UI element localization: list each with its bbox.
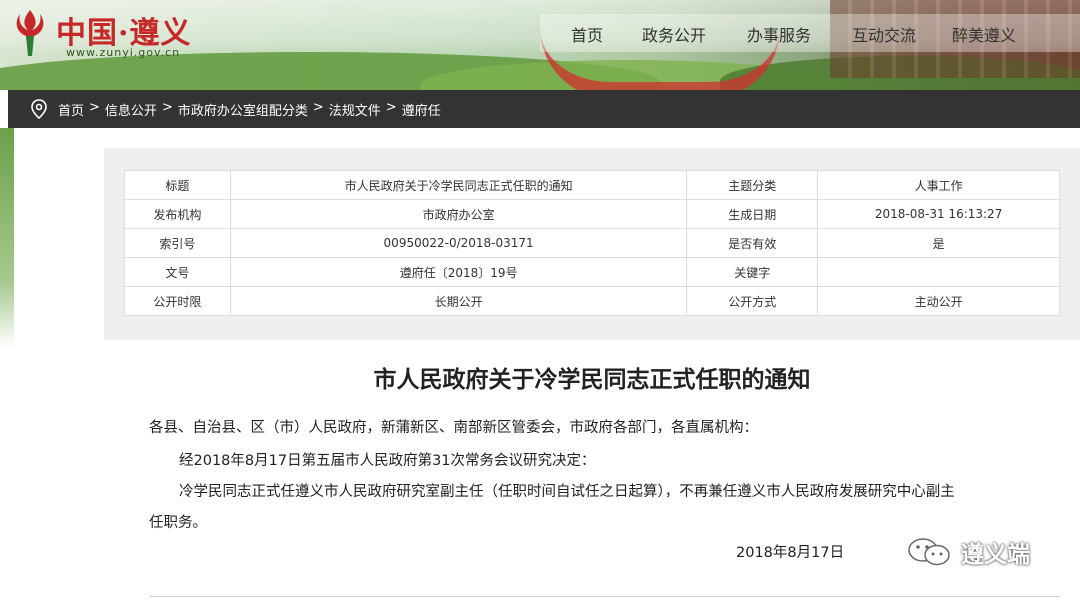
nav-government-affairs[interactable]: 政务公开 bbox=[620, 22, 728, 46]
breadcrumb-info-public[interactable]: 信息公开 bbox=[105, 100, 157, 119]
meta-key: 发布机构 bbox=[124, 199, 231, 229]
breadcrumb-separator: > bbox=[312, 100, 324, 115]
meta-key: 索引号 bbox=[124, 228, 231, 258]
table-row: 公开时限 长期公开 公开方式 主动公开 bbox=[124, 286, 1060, 316]
meta-key: 文号 bbox=[124, 257, 231, 287]
meta-key: 标题 bbox=[124, 170, 231, 200]
meta-value: 是 bbox=[817, 228, 1060, 258]
nav-home[interactable]: 首页 bbox=[554, 22, 620, 46]
torch-logo-icon bbox=[16, 10, 44, 56]
breadcrumb-separator: > bbox=[385, 100, 397, 115]
meta-value: 00950022-0/2018-03171 bbox=[229, 228, 688, 258]
breadcrumb-trail: 首页 > 信息公开 > 市政府办公室组配分类 > 法规文件 > 遵府任 bbox=[58, 100, 441, 119]
meta-value: 市政府办公室 bbox=[229, 199, 688, 229]
meta-value: 遵府任〔2018〕19号 bbox=[229, 257, 688, 287]
table-row: 索引号 00950022-0/2018-03171 是否有效 是 bbox=[124, 228, 1060, 258]
document-salutation: 各县、自治县、区（市）人民政府，新蒲新区、南部新区管委会，市政府各部门，各直属机… bbox=[149, 420, 758, 436]
meta-key: 主题分类 bbox=[686, 170, 819, 200]
document-paragraph: 经2018年8月17日第五届市人民政府第31次常务会议研究决定： bbox=[179, 453, 596, 469]
location-pin-icon bbox=[31, 99, 47, 119]
site-header: 中国·遵义 www.zunyi.gov.cn 首页 政务公开 办事服务 互动交流… bbox=[0, 0, 1080, 90]
meta-value bbox=[817, 257, 1060, 287]
metadata-table: 标题 市人民政府关于冷学民同志正式任职的通知 主题分类 人事工作 发布机构 市政… bbox=[124, 170, 1060, 316]
wechat-icon bbox=[908, 538, 950, 566]
site-logo[interactable]: 中国·遵义 www.zunyi.gov.cn bbox=[8, 4, 198, 64]
meta-value: 人事工作 bbox=[817, 170, 1060, 200]
breadcrumb: 首页 > 信息公开 > 市政府办公室组配分类 > 法规文件 > 遵府任 bbox=[8, 90, 1080, 128]
breadcrumb-separator: > bbox=[161, 100, 173, 115]
meta-key: 关键字 bbox=[686, 257, 819, 287]
watermark-text: 遵义端 bbox=[961, 542, 1030, 568]
watermark: 遵义端 bbox=[905, 534, 1030, 570]
table-row: 标题 市人民政府关于冷学民同志正式任职的通知 主题分类 人事工作 bbox=[124, 170, 1060, 200]
logo-url: www.zunyi.gov.cn bbox=[66, 46, 181, 59]
meta-key: 是否有效 bbox=[686, 228, 819, 258]
meta-value: 2018-08-31 16:13:27 bbox=[817, 199, 1060, 229]
side-decoration bbox=[0, 128, 14, 348]
document-paragraph: 冷学民同志正式任遵义市人民政府研究室副主任（任职时间自试任之日起算），不再兼任遵… bbox=[179, 484, 955, 500]
meta-value: 市人民政府关于冷学民同志正式任职的通知 bbox=[229, 170, 688, 200]
meta-key: 公开时限 bbox=[124, 286, 231, 316]
breadcrumb-separator: > bbox=[89, 100, 100, 115]
breadcrumb-current[interactable]: 遵府任 bbox=[402, 100, 441, 119]
meta-value: 主动公开 bbox=[817, 286, 1060, 316]
table-row: 文号 遵府任〔2018〕19号 关键字 bbox=[124, 257, 1060, 287]
meta-key: 生成日期 bbox=[686, 199, 819, 229]
nav-services[interactable]: 办事服务 bbox=[728, 22, 830, 46]
main-nav: 首页 政务公开 办事服务 互动交流 醉美遵义 bbox=[554, 22, 1030, 46]
document-title: 市人民政府关于冷学民同志正式任职的通知 bbox=[373, 366, 811, 393]
breadcrumb-home[interactable]: 首页 bbox=[58, 100, 84, 119]
document-paragraph-continued: 任职务。 bbox=[149, 515, 207, 531]
meta-key: 公开方式 bbox=[686, 286, 819, 316]
breadcrumb-regulations[interactable]: 法规文件 bbox=[329, 100, 381, 119]
breadcrumb-office-category[interactable]: 市政府办公室组配分类 bbox=[178, 100, 308, 119]
divider bbox=[150, 596, 1060, 597]
nav-beautiful-zunyi[interactable]: 醉美遵义 bbox=[938, 22, 1030, 46]
meta-value: 长期公开 bbox=[229, 286, 688, 316]
document-date: 2018年8月17日 bbox=[736, 545, 845, 561]
table-row: 发布机构 市政府办公室 生成日期 2018-08-31 16:13:27 bbox=[124, 199, 1060, 229]
nav-interaction[interactable]: 互动交流 bbox=[830, 22, 938, 46]
